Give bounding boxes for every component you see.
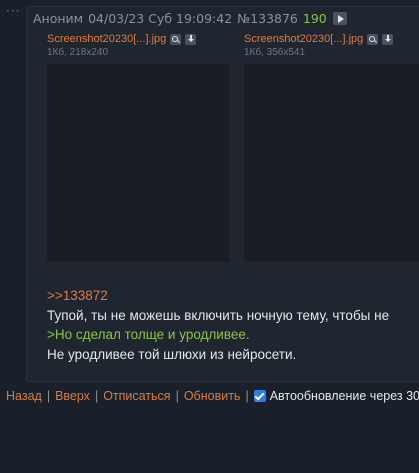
file-attachment-2: Screenshot20230[...].jpg 1Кб, 356x541 xyxy=(244,33,419,262)
separator: | xyxy=(46,389,51,403)
quote-text: >Но сделал толще и уродливее. xyxy=(47,327,250,342)
download-icon[interactable] xyxy=(185,33,197,45)
post-body: >>133872 Тупой, ты не можешь включить но… xyxy=(47,286,389,364)
download-icon[interactable] xyxy=(382,33,394,45)
unsubscribe-link[interactable]: Отписаться xyxy=(103,389,170,403)
post-text-line: Тупой, ты не можешь включить ночную тему… xyxy=(47,307,390,323)
file-meta: 1Кб, 356x541 xyxy=(244,47,306,58)
search-icon[interactable] xyxy=(170,33,182,45)
post-header: Аноним 04/03/23 Суб 19:09:42 №133876 190 xyxy=(33,11,347,26)
file-thumbnail[interactable] xyxy=(244,64,419,262)
auto-update-checkbox[interactable] xyxy=(253,390,266,402)
separator: | xyxy=(94,389,99,403)
back-link[interactable]: Назад xyxy=(6,389,42,403)
post-container: Аноним 04/03/23 Суб 19:09:42 №133876 190… xyxy=(26,6,419,382)
top-link[interactable]: Вверх xyxy=(55,389,90,403)
auto-update-label[interactable]: Автообновление через 30 сек. xyxy=(270,389,419,403)
file-name-link[interactable]: Screenshot20230[...].jpg xyxy=(47,33,166,45)
post-author: Аноним xyxy=(33,11,84,26)
post-text-line: Не уродливее той шлюхи из нейросети. xyxy=(47,346,297,362)
file-meta: 1Кб, 218x240 xyxy=(47,47,109,58)
file-name-link[interactable]: Screenshot20230[...].jpg xyxy=(244,33,363,45)
thread-page: ··· Аноним 04/03/23 Суб 19:09:42 №133876… xyxy=(0,0,419,473)
reply-count: 190 xyxy=(302,11,327,26)
play-icon[interactable] xyxy=(332,12,347,25)
thread-nav-bar: Назад | Вверх | Отписаться | Обновить | … xyxy=(6,389,419,403)
post-date: 04/03/23 Суб 19:09:42 xyxy=(88,11,233,26)
reply-link[interactable]: >>133872 xyxy=(47,286,389,306)
separator: | xyxy=(175,389,179,403)
post-number[interactable]: №133876 xyxy=(237,11,298,26)
separator: | xyxy=(245,389,249,403)
search-icon[interactable] xyxy=(367,33,379,45)
post-menu-icon[interactable]: ··· xyxy=(6,4,20,18)
file-attachment-1: Screenshot20230[...].jpg 1Кб, 218x240 xyxy=(47,33,229,262)
file-thumbnail[interactable] xyxy=(47,64,229,262)
refresh-link[interactable]: Обновить xyxy=(184,389,241,403)
